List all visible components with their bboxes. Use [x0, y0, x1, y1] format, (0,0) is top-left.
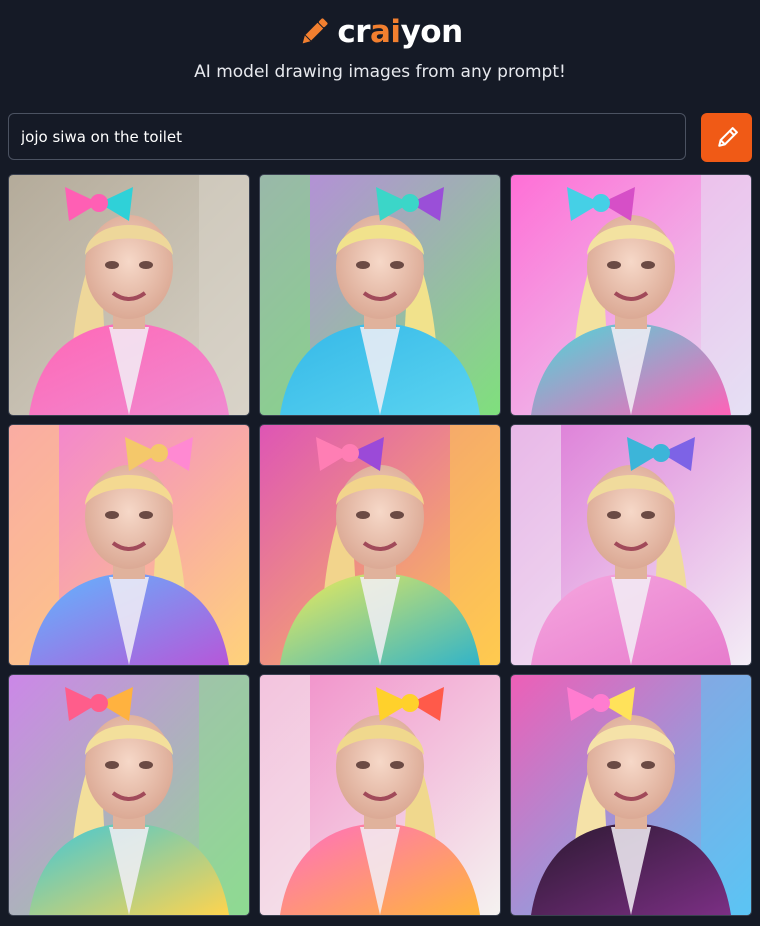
generated-image-illustration	[260, 425, 500, 665]
generated-image[interactable]	[8, 174, 250, 416]
generated-image[interactable]	[510, 174, 752, 416]
generated-image[interactable]	[510, 674, 752, 916]
generated-image[interactable]	[8, 424, 250, 666]
pencil-icon	[717, 126, 738, 147]
generated-image[interactable]	[510, 424, 752, 666]
craiyon-page: craiyon AI model drawing images from any…	[0, 0, 760, 926]
generated-image[interactable]	[259, 424, 501, 666]
logo-wordmark: craiyon	[337, 14, 463, 50]
logo[interactable]: craiyon	[0, 10, 760, 54]
pencil-icon	[303, 18, 328, 44]
generated-image-illustration	[9, 425, 249, 665]
generated-image[interactable]	[259, 174, 501, 416]
generated-image-illustration	[9, 175, 249, 415]
generated-image-illustration	[511, 425, 751, 665]
generated-image-illustration	[511, 675, 751, 915]
generated-image[interactable]	[8, 674, 250, 916]
generated-image-illustration	[9, 675, 249, 915]
prompt-input[interactable]	[8, 113, 686, 160]
generated-image[interactable]	[259, 674, 501, 916]
result-grid	[8, 174, 752, 916]
tagline: AI model drawing images from any prompt!	[194, 62, 566, 82]
generated-image-illustration	[260, 675, 500, 915]
draw-button[interactable]	[701, 113, 752, 162]
generated-image-illustration	[511, 175, 751, 415]
generated-image-illustration	[260, 175, 500, 415]
